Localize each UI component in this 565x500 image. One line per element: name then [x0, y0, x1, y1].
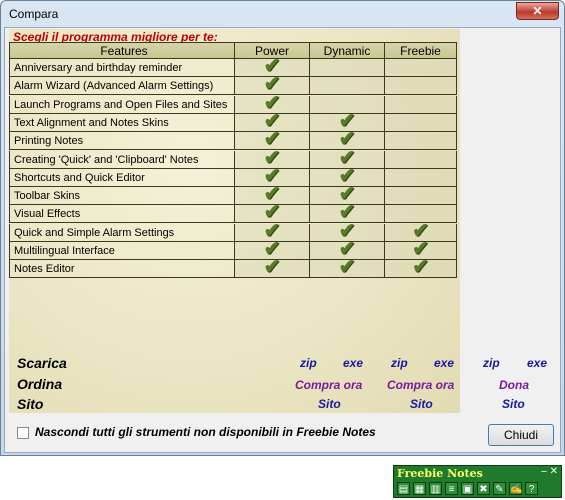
dynamic-zip-link[interactable]: zip — [391, 356, 408, 370]
table-row: Shortcuts and Quick Editor ✔ ✔ — [9, 166, 457, 187]
freebie-site-link[interactable]: Sito — [502, 397, 525, 411]
column-header-features: Features — [9, 43, 234, 58]
feature-name: Toolbar Skins — [9, 187, 234, 205]
column-header-dynamic: Dynamic — [309, 43, 384, 58]
freebie-cell — [384, 132, 457, 150]
table-row: Text Alignment and Notes Skins ✔ ✔ — [9, 111, 457, 132]
table-row: Anniversary and birthday reminder ✔ — [9, 56, 457, 77]
feature-name: Multilingual Interface — [9, 242, 234, 259]
edit-icon[interactable]: ✍ — [509, 482, 522, 495]
toolbar-title: Freebie Notes — [397, 467, 483, 480]
note-icon[interactable]: ▤ — [397, 482, 410, 495]
freebie-notes-toolbar: Freebie Notes – ✕ ▤ ▦ ▥ ≡ ▣ ✖ ✎ ✍? — [393, 465, 562, 498]
hide-tools-label[interactable]: Nascondi tutti gli strumenti non disponi… — [35, 425, 376, 439]
checkmark-icon: ✔ — [338, 256, 356, 279]
power-site-link[interactable]: Sito — [318, 397, 341, 411]
table-row: Visual Effects ✔ ✔ — [9, 202, 457, 224]
dynamic-cell — [309, 59, 384, 76]
order-label: Ordina — [17, 376, 63, 392]
help-icon[interactable]: ? — [525, 482, 538, 495]
table-row: Launch Programs and Open Files and Sites… — [9, 93, 457, 114]
title-bar: Compara ✕ — [1, 1, 564, 27]
list-icon[interactable]: ≡ — [445, 482, 458, 495]
feature-name: Notes Editor — [9, 260, 234, 278]
window-title: Compara — [9, 7, 59, 21]
download-label: Scarica — [17, 355, 67, 371]
feature-name: Visual Effects — [9, 205, 234, 223]
dynamic-site-link[interactable]: Sito — [410, 397, 433, 411]
stickies-icon[interactable]: ▥ — [429, 482, 442, 495]
table-row: Notes Editor ✔ ✔ ✔ — [9, 256, 457, 279]
table-row: Quick and Simple Alarm Settings ✔ ✔ ✔ — [9, 221, 457, 242]
toolbar-icons: ▤ ▦ ▥ ≡ ▣ ✖ ✎ ✍? — [397, 482, 560, 496]
freebie-cell — [384, 150, 457, 168]
checkmark-icon: ✔ — [263, 256, 281, 279]
checkmark-icon: ✔ — [412, 256, 429, 279]
power-exe-link[interactable]: exe — [343, 356, 363, 370]
freebie-cell — [384, 113, 457, 131]
dynamic-buy-link[interactable]: Compra ora — [387, 378, 454, 392]
table-row: Multilingual Interface ✔ ✔ ✔ — [9, 239, 457, 260]
table-row: Creating 'Quick' and 'Clipboard' Notes ✔ ✔ — [9, 148, 457, 169]
power-zip-link[interactable]: zip — [300, 356, 317, 370]
freebie-cell — [384, 168, 457, 186]
feature-name: Printing Notes — [9, 132, 234, 150]
power-cell: ✔ — [234, 256, 309, 279]
freebie-cell — [384, 95, 457, 113]
table-row: Printing Notes ✔ ✔ — [9, 129, 457, 151]
dynamic-cell: ✔ — [309, 256, 384, 279]
feature-name: Text Alignment and Notes Skins — [9, 113, 234, 131]
pen-icon[interactable]: ✎ — [493, 482, 506, 495]
dialog-client-area: Scegli il programma migliore per te: Fea… — [4, 27, 561, 453]
hide-tools-checkbox[interactable] — [17, 427, 29, 439]
toolbar-window-controls[interactable]: – ✕ — [541, 466, 558, 477]
table-header-row: Features Power Dynamic Freebie — [9, 42, 457, 59]
column-header-freebie: Freebie — [384, 43, 457, 58]
feature-name: Quick and Simple Alarm Settings — [9, 223, 234, 241]
delete-icon[interactable]: ✖ — [477, 482, 490, 495]
feature-name: Creating 'Quick' and 'Clipboard' Notes — [9, 150, 234, 168]
table-row: Toolbar Skins ✔ ✔ — [9, 184, 457, 206]
compare-window: Compara ✕ Scegli il programma migliore p… — [0, 0, 565, 456]
close-window-button[interactable]: ✕ — [516, 2, 559, 20]
dynamic-exe-link[interactable]: exe — [434, 356, 454, 370]
freebie-cell — [384, 59, 457, 76]
close-button[interactable]: Chiudi — [488, 424, 554, 446]
calendar-icon[interactable]: ▣ — [461, 482, 474, 495]
feature-name: Anniversary and birthday reminder — [9, 59, 234, 76]
tile-icon[interactable]: ▦ — [413, 482, 426, 495]
feature-name: Alarm Wizard (Advanced Alarm Settings) — [9, 77, 234, 95]
freebie-cell — [384, 77, 457, 95]
feature-name: Shortcuts and Quick Editor — [9, 168, 234, 186]
table-row: Alarm Wizard (Advanced Alarm Settings) ✔ — [9, 74, 457, 96]
freebie-exe-link[interactable]: exe — [527, 356, 547, 370]
site-label: Sito — [17, 396, 44, 412]
feature-name: Launch Programs and Open Files and Sites — [9, 95, 234, 113]
freebie-zip-link[interactable]: zip — [483, 356, 500, 370]
freebie-donate-link[interactable]: Dona — [499, 378, 529, 392]
freebie-cell — [384, 187, 457, 205]
dynamic-cell — [309, 77, 384, 95]
freebie-cell: ✔ — [384, 256, 457, 279]
power-buy-link[interactable]: Compra ora — [295, 378, 362, 392]
